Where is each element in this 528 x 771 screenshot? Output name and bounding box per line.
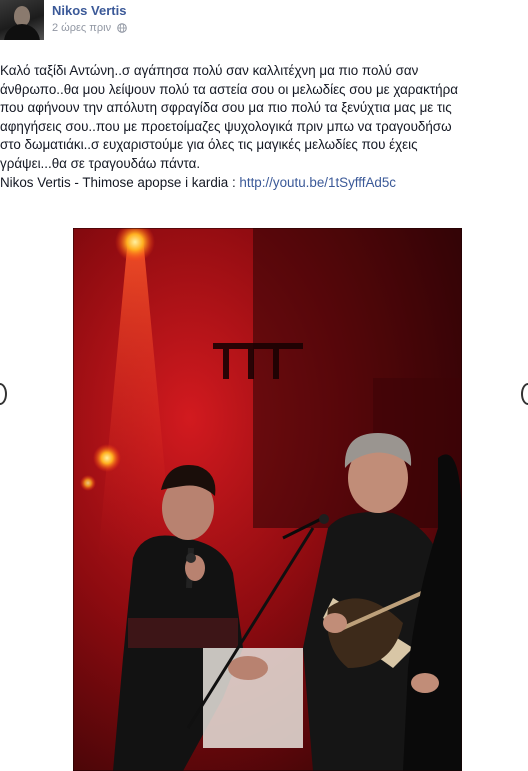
message-line: Καλό ταξίδι Αντώνη..σ αγάπησα πολύ σαν κ…: [0, 63, 419, 78]
shared-link-title: Nikos Vertis - Thimose apopse i kardia :: [0, 174, 240, 190]
message-line: αφηγήσεις σου..που με προετοίμαζες ψυχολ…: [0, 118, 452, 134]
post-time[interactable]: 2 ώρες πριν: [52, 22, 111, 34]
avatar-shoulders: [4, 24, 40, 40]
post-photo[interactable]: [73, 228, 462, 771]
chevron-left-icon[interactable]: [0, 383, 7, 405]
message-line: άνθρωπο..θα μου λείψουν πολύ τα αστεία σ…: [0, 81, 458, 97]
message-line: που αφήνουν την απόλυτη σφραγίδα σου μα …: [0, 100, 452, 116]
message-line: στο δωματιάκι..σ ευχαριστούμε για όλες τ…: [0, 137, 418, 153]
globe-icon[interactable]: [117, 23, 127, 33]
post-header: Nikos Vertis 2 ώρες πριν: [0, 0, 528, 44]
shared-link-line: Nikos Vertis - Thimose apopse i kardia :…: [0, 174, 528, 193]
concert-photo-illustration: [73, 228, 462, 771]
avatar-face: [14, 6, 30, 26]
post-message: Καλό ταξίδι Αντώνη..σ αγάπησα πολύ σαν κ…: [0, 62, 528, 192]
shared-link-url[interactable]: http://youtu.be/1tSyfffAd5c: [239, 175, 396, 190]
avatar[interactable]: [0, 0, 44, 40]
chevron-right-icon[interactable]: [521, 383, 528, 405]
author-name[interactable]: Nikos Vertis: [52, 3, 126, 18]
message-line: γράψει...θα σε τραγουδάω πάντα.: [0, 155, 201, 171]
post-meta: 2 ώρες πριν: [52, 22, 127, 34]
